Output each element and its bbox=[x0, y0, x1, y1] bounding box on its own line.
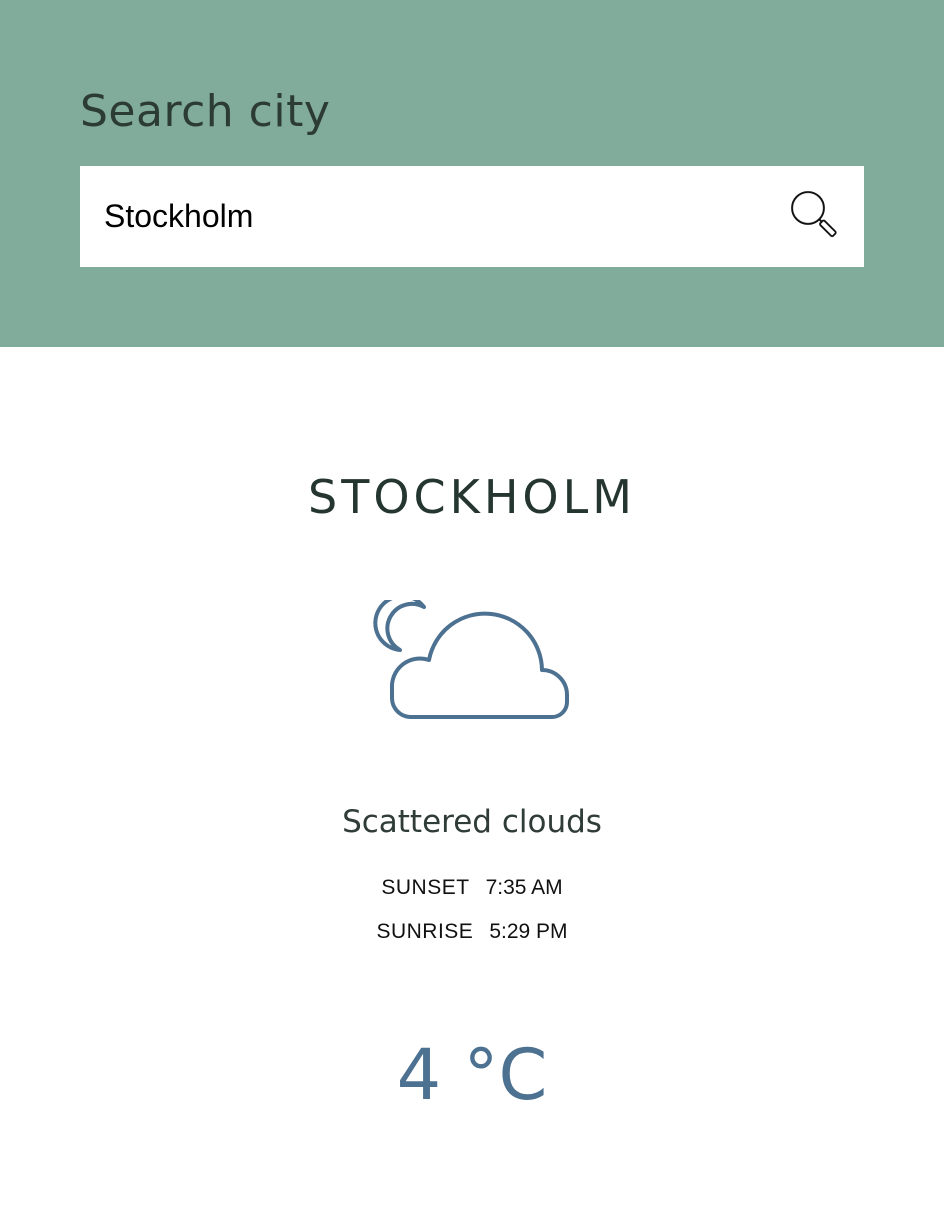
weather-description: Scattered clouds bbox=[342, 804, 602, 840]
search-header: Search city bbox=[0, 0, 944, 347]
sunset-time: 7:35 AM bbox=[485, 876, 563, 899]
search-input[interactable] bbox=[104, 166, 764, 267]
temperature: 4 °C bbox=[396, 1034, 548, 1116]
magnifier-icon bbox=[791, 191, 837, 238]
sunset-label: SUNSET bbox=[381, 876, 470, 899]
search-box bbox=[80, 166, 864, 267]
cloud-moon-icon bbox=[373, 600, 569, 719]
search-title: Search city bbox=[80, 86, 331, 137]
sunrise-label: SUNRISE bbox=[376, 920, 474, 943]
city-name: STOCKHOLM bbox=[308, 470, 636, 524]
search-button[interactable] bbox=[788, 188, 844, 244]
sunrise-row: SUNRISE 5:29 PM bbox=[0, 917, 944, 947]
sunrise-time: 5:29 PM bbox=[489, 920, 568, 943]
sunset-row: SUNSET 7:35 AM bbox=[0, 873, 944, 903]
